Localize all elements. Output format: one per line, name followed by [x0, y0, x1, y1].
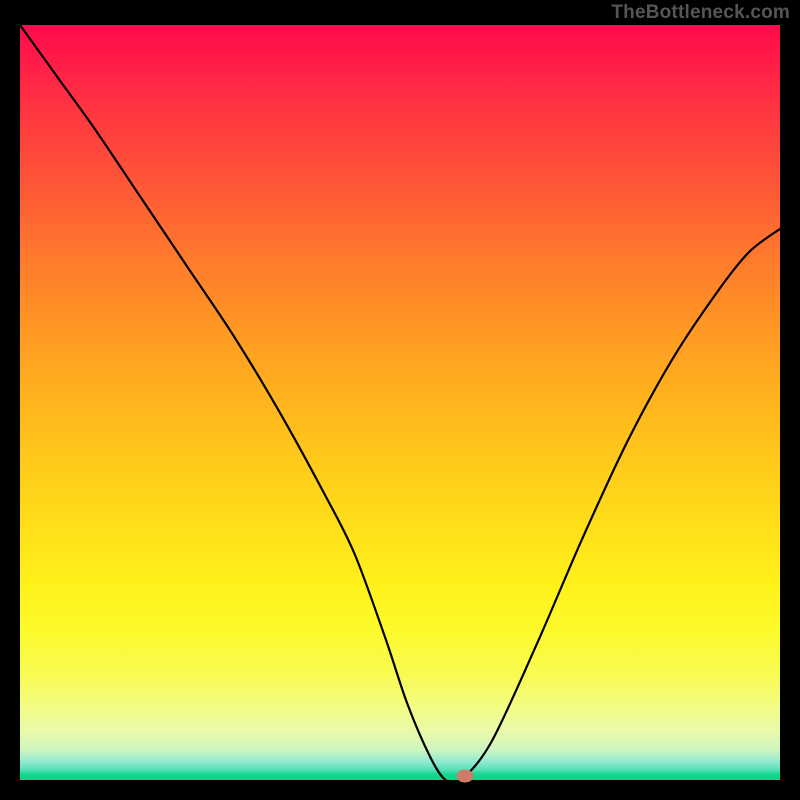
attribution-text: TheBottleneck.com	[611, 2, 790, 24]
plot-area	[20, 25, 780, 780]
bottleneck-marker	[456, 770, 473, 783]
bottleneck-curve	[20, 25, 780, 780]
curve-path	[20, 25, 780, 780]
figure-root: TheBottleneck.com	[0, 0, 800, 800]
